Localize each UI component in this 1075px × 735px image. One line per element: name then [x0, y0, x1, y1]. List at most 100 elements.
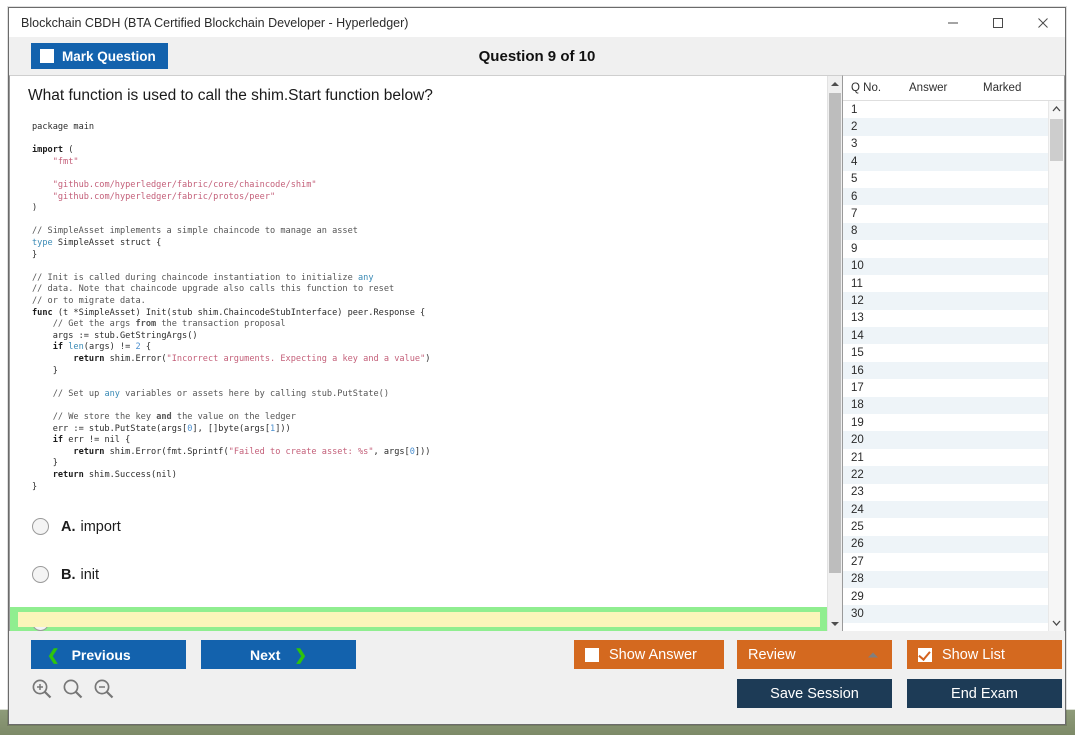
- question-number-cell: 27: [851, 556, 909, 568]
- question-number-cell: 22: [851, 469, 909, 481]
- table-row[interactable]: 11: [843, 275, 1064, 292]
- question-number-cell: 4: [851, 156, 909, 168]
- question-panel: What function is used to call the shim.S…: [9, 75, 842, 631]
- list-scrollbar-thumb[interactable]: [1050, 119, 1063, 161]
- question-number-cell: 23: [851, 486, 909, 498]
- review-dropdown[interactable]: Review: [737, 640, 892, 669]
- table-row[interactable]: 5: [843, 171, 1064, 188]
- zoom-reset-icon[interactable]: [62, 678, 84, 700]
- show-list-checkbox[interactable]: [918, 648, 932, 662]
- end-exam-label: End Exam: [951, 686, 1018, 702]
- table-row[interactable]: 22: [843, 466, 1064, 483]
- table-row[interactable]: 9: [843, 240, 1064, 257]
- column-header-qno: Q No.: [851, 82, 909, 94]
- zoom-in-icon[interactable]: [31, 678, 53, 700]
- scrollbar-thumb[interactable]: [829, 93, 841, 573]
- mark-question-button[interactable]: Mark Question: [31, 43, 168, 69]
- show-list-label: Show List: [942, 647, 1005, 663]
- scroll-up-arrow[interactable]: [828, 76, 842, 91]
- close-icon[interactable]: [1020, 8, 1065, 37]
- question-number-cell: 2: [851, 121, 909, 133]
- question-number-cell: 25: [851, 521, 909, 533]
- exam-window: Blockchain CBDH (BTA Certified Blockchai…: [8, 7, 1066, 725]
- table-row[interactable]: 19: [843, 414, 1064, 431]
- scroll-down-arrow[interactable]: [828, 616, 842, 631]
- table-row[interactable]: 8: [843, 223, 1064, 240]
- save-session-label: Save Session: [770, 686, 859, 702]
- list-scroll-down-arrow[interactable]: [1049, 615, 1064, 631]
- question-scroll-area: What function is used to call the shim.S…: [10, 76, 842, 631]
- table-row[interactable]: 13: [843, 310, 1064, 327]
- show-list-button[interactable]: Show List: [907, 640, 1062, 669]
- previous-label: Previous: [72, 647, 131, 663]
- show-answer-button[interactable]: Show Answer: [574, 640, 724, 669]
- chevron-up-icon: [868, 652, 878, 657]
- table-row[interactable]: 27: [843, 553, 1064, 570]
- zoom-controls: [31, 678, 115, 700]
- question-number-cell: 17: [851, 382, 909, 394]
- question-number-cell: 7: [851, 208, 909, 220]
- table-row[interactable]: 16: [843, 362, 1064, 379]
- desktop-background: Blockchain CBDH (BTA Certified Blockchai…: [0, 0, 1075, 735]
- question-number-cell: 11: [851, 278, 909, 290]
- window-titlebar: Blockchain CBDH (BTA Certified Blockchai…: [9, 8, 1065, 37]
- table-row[interactable]: 2: [843, 118, 1064, 135]
- zoom-out-icon[interactable]: [93, 678, 115, 700]
- maximize-icon[interactable]: [975, 8, 1020, 37]
- question-number-cell: 1: [851, 104, 909, 116]
- show-answer-label: Show Answer: [609, 647, 697, 663]
- radio-button[interactable]: [32, 566, 49, 583]
- table-row[interactable]: 28: [843, 571, 1064, 588]
- question-number-cell: 28: [851, 573, 909, 585]
- question-number-cell: 20: [851, 434, 909, 446]
- previous-button[interactable]: ❮ Previous: [31, 640, 186, 669]
- table-row[interactable]: 24: [843, 501, 1064, 518]
- table-row[interactable]: 1: [843, 101, 1064, 118]
- table-row[interactable]: 12: [843, 292, 1064, 309]
- question-number-cell: 8: [851, 225, 909, 237]
- table-row[interactable]: 21: [843, 449, 1064, 466]
- table-row[interactable]: 26: [843, 536, 1064, 553]
- next-button[interactable]: Next ❯: [201, 640, 356, 669]
- table-row[interactable]: 7: [843, 205, 1064, 222]
- question-list-panel: Q No. Answer Marked 12345678910111213141…: [842, 75, 1065, 631]
- main-content: What function is used to call the shim.S…: [9, 75, 1065, 631]
- end-exam-button[interactable]: End Exam: [907, 679, 1062, 708]
- table-row[interactable]: 6: [843, 188, 1064, 205]
- table-row[interactable]: 14: [843, 327, 1064, 344]
- window-title: Blockchain CBDH (BTA Certified Blockchai…: [9, 16, 408, 30]
- radio-button[interactable]: [32, 518, 49, 535]
- exam-toolbar: Mark Question Question 9 of 10: [9, 37, 1065, 75]
- table-row[interactable]: 20: [843, 431, 1064, 448]
- table-row[interactable]: 4: [843, 153, 1064, 170]
- table-row[interactable]: 3: [843, 136, 1064, 153]
- question-number-cell: 24: [851, 504, 909, 516]
- question-number-cell: 30: [851, 608, 909, 620]
- table-row[interactable]: 15: [843, 344, 1064, 361]
- question-number-cell: 10: [851, 260, 909, 272]
- table-row[interactable]: 29: [843, 588, 1064, 605]
- question-list-scrollbar[interactable]: [1048, 101, 1064, 631]
- table-row[interactable]: 25: [843, 518, 1064, 535]
- question-number-cell: 15: [851, 347, 909, 359]
- question-number-cell: 12: [851, 295, 909, 307]
- mark-question-checkbox[interactable]: [40, 49, 54, 63]
- question-footer-highlight: [18, 612, 820, 627]
- show-answer-checkbox[interactable]: [585, 648, 599, 662]
- question-number-cell: 9: [851, 243, 909, 255]
- table-row[interactable]: 23: [843, 484, 1064, 501]
- table-row[interactable]: 10: [843, 258, 1064, 275]
- answer-option-a[interactable]: A.import: [10, 511, 842, 542]
- question-scrollbar[interactable]: [827, 76, 842, 631]
- chevron-right-icon: ❯: [294, 646, 307, 664]
- column-header-answer: Answer: [909, 82, 983, 94]
- table-row[interactable]: 18: [843, 397, 1064, 414]
- footer-toolbar: ❮ Previous Next ❯ Show Answer Review Sho…: [9, 631, 1065, 724]
- answer-option-b[interactable]: B.init: [10, 559, 842, 590]
- minimize-icon[interactable]: [930, 8, 975, 37]
- table-row[interactable]: 17: [843, 379, 1064, 396]
- save-session-button[interactable]: Save Session: [737, 679, 892, 708]
- table-row[interactable]: 30: [843, 605, 1064, 622]
- list-scroll-up-arrow[interactable]: [1049, 101, 1064, 117]
- option-text: import: [81, 519, 121, 535]
